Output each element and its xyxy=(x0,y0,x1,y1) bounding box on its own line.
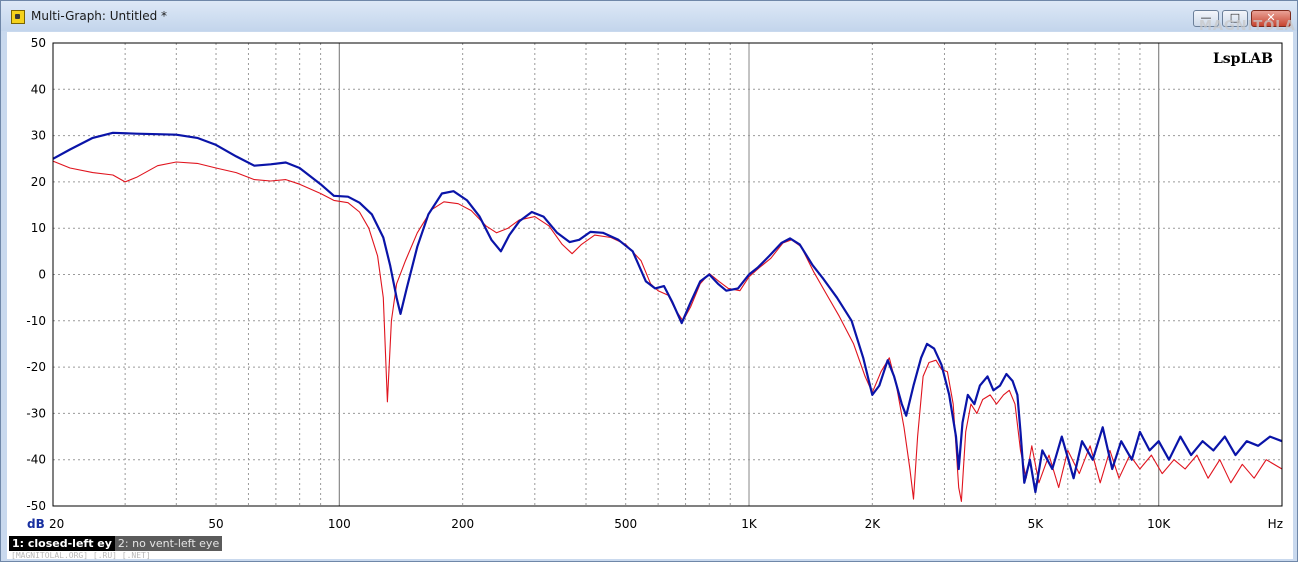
y-tick-label: 50 xyxy=(31,36,46,50)
x-tick-label: 500 xyxy=(614,517,637,531)
legend-tab-series-1[interactable]: 1: closed-left ey xyxy=(9,536,115,551)
legend-tabs: 1: closed-left ey 2: no vent-left eye xyxy=(9,536,223,551)
y-tick-label: 30 xyxy=(31,129,46,143)
app-window: Multi-Graph: Untitled * — □ ✕ MAGNITOLA … xyxy=(0,0,1298,562)
y-tick-label: -50 xyxy=(26,499,46,513)
x-tick-label: 1K xyxy=(741,517,758,531)
y-tick-label: -20 xyxy=(26,360,46,374)
x-tick-label: 2K xyxy=(865,517,882,531)
x-axis-unit-label: Hz xyxy=(1268,517,1283,531)
x-tick-label: 50 xyxy=(208,517,223,531)
x-tick-label: 5K xyxy=(1028,517,1045,531)
x-tick-label: 20 xyxy=(49,517,64,531)
x-tick-label: 200 xyxy=(451,517,474,531)
brand-label: LspLAB xyxy=(1213,51,1273,67)
series-line-2 xyxy=(52,160,1283,502)
y-tick-label: -30 xyxy=(26,406,46,420)
y-tick-label: 20 xyxy=(31,175,46,189)
series-line-1 xyxy=(52,131,1283,494)
status-hint: [MAGNITOLAL.ORG] [.RU] [.NET] xyxy=(11,551,151,560)
legend-tab-series-2[interactable]: 2: no vent-left eye xyxy=(114,536,223,551)
tick-labels: 20 50 100 200 500 1K 2K 5K 10K50403020100-10-20-… xyxy=(26,36,1171,531)
y-tick-label: 10 xyxy=(31,221,46,235)
series-layer xyxy=(52,131,1283,502)
grid xyxy=(53,43,1282,506)
y-axis-unit-label: dB xyxy=(27,517,45,531)
y-tick-label: 40 xyxy=(31,82,46,96)
y-tick-label: 0 xyxy=(38,268,46,282)
y-tick-label: -10 xyxy=(26,314,46,328)
y-tick-label: -40 xyxy=(26,453,46,467)
plot-frame xyxy=(52,42,1283,507)
frequency-response-chart[interactable]: 20 50 100 200 500 1K 2K 5K 10K50403020100-10-20-… xyxy=(1,1,1298,536)
x-tick-label: 100 xyxy=(328,517,351,531)
x-tick-label: 10K xyxy=(1147,517,1171,531)
